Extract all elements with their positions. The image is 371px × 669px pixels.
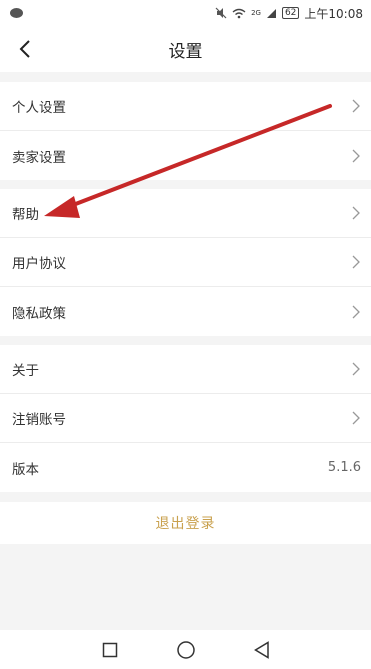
settings-item-help[interactable]: 帮助 xyxy=(0,189,371,238)
chevron-right-icon xyxy=(351,362,361,376)
signal-label: 2G xyxy=(251,9,261,17)
wechat-icon xyxy=(10,8,23,18)
settings-item-label: 个人设置 xyxy=(12,100,66,116)
back-button[interactable] xyxy=(10,34,40,64)
chevron-right-icon xyxy=(351,206,361,220)
settings-item-delete-account[interactable]: 注销账号 xyxy=(0,394,371,443)
settings-item-label: 关于 xyxy=(12,363,39,379)
settings-item-label: 版本 xyxy=(12,461,39,478)
settings-item-user-agreement[interactable]: 用户协议 xyxy=(0,238,371,287)
version-value: 5.1.6 xyxy=(327,460,361,475)
signal-icon xyxy=(266,8,276,18)
status-time: 上午10:08 xyxy=(304,6,363,21)
settings-item-label: 帮助 xyxy=(12,207,39,223)
chevron-right-icon xyxy=(351,255,361,269)
circle-home-icon[interactable] xyxy=(176,640,196,660)
chevron-right-icon xyxy=(351,305,361,319)
chevron-right-icon xyxy=(351,411,361,425)
settings-item-personal[interactable]: 个人设置 xyxy=(0,82,371,131)
settings-item-label: 隐私政策 xyxy=(12,305,66,322)
square-recent-icon[interactable] xyxy=(102,642,118,658)
chevron-right-icon xyxy=(351,149,361,163)
status-bar: 2G 62 上午10:08 xyxy=(0,0,371,26)
settings-group-about: 关于 注销账号 版本 5.1.6 xyxy=(0,345,371,492)
back-arrow-icon xyxy=(19,40,30,58)
settings-item-label: 卖家设置 xyxy=(12,149,66,166)
page-title: 设置 xyxy=(168,41,203,62)
battery-level: 62 xyxy=(284,8,297,18)
wifi-icon xyxy=(232,8,246,18)
logout-button[interactable]: 退出登录 xyxy=(0,502,371,544)
settings-item-seller[interactable]: 卖家设置 xyxy=(0,131,371,180)
settings-item-version: 版本 5.1.6 xyxy=(0,443,371,492)
mute-icon xyxy=(215,7,227,19)
battery-icon: 62 xyxy=(281,7,300,19)
triangle-back-icon[interactable] xyxy=(253,640,270,659)
nav-bar: 设置 xyxy=(0,26,371,72)
settings-group-account: 个人设置 卖家设置 xyxy=(0,82,371,180)
settings-item-label: 注销账号 xyxy=(12,412,66,428)
settings-item-about[interactable]: 关于 xyxy=(0,345,371,394)
chevron-right-icon xyxy=(351,99,361,113)
settings-group-info: 帮助 用户协议 隐私政策 xyxy=(0,189,371,336)
system-nav-bar xyxy=(0,630,371,669)
settings-item-privacy-policy[interactable]: 隐私政策 xyxy=(0,287,371,336)
settings-item-label: 用户协议 xyxy=(12,256,66,272)
